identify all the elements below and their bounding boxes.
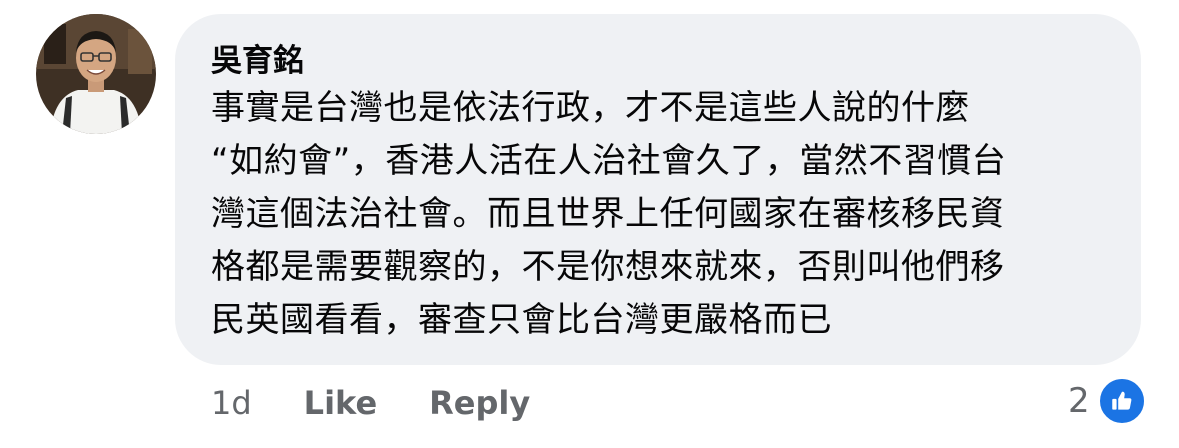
reply-button[interactable]: Reply <box>429 384 530 422</box>
thumbs-up-icon <box>1097 377 1146 425</box>
comment-bubble: 吳育銘 事實是台灣也是依法行政，才不是這些人說的什麼 “如約會”，香港人活在人治… <box>175 14 1141 365</box>
comment-text-line: 灣這個法治社會。而且世界上任何國家在審核移民資 <box>211 194 1005 234</box>
comment-timestamp[interactable]: 1d <box>211 384 252 422</box>
comment-actions: 1d Like Reply <box>211 380 530 426</box>
comment-text-line: 格都是需要觀察的，不是你想來就來，否則叫他們移 <box>211 247 1005 287</box>
reaction-summary[interactable]: 2 <box>1068 376 1146 426</box>
like-button[interactable]: Like <box>304 384 377 422</box>
comment-text: 事實是台灣也是依法行政，才不是這些人說的什麼 “如約會”，香港人活在人治社會久了… <box>211 82 1101 347</box>
comment-text-line: “如約會”，香港人活在人治社會久了，當然不習慣台 <box>211 141 1007 181</box>
comment-text-line: 事實是台灣也是依法行政，才不是這些人說的什麼 <box>211 88 970 128</box>
comment-text-line: 民英國看看，審查只會比台灣更嚴格而已 <box>211 300 832 340</box>
avatar-photo <box>36 14 156 134</box>
avatar[interactable] <box>36 14 156 134</box>
reaction-count: 2 <box>1068 381 1090 421</box>
comment-author[interactable]: 吳育銘 <box>211 40 1101 82</box>
